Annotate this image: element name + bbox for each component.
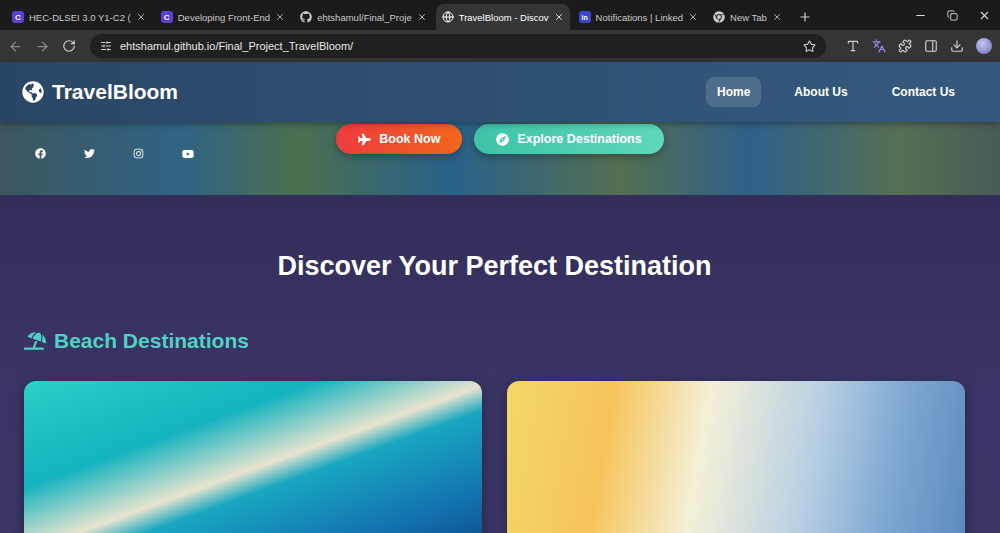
- window-controls: [904, 0, 1000, 30]
- nav-link[interactable]: Home: [706, 77, 761, 107]
- nav-link[interactable]: About Us: [783, 77, 858, 107]
- close-icon[interactable]: [275, 12, 285, 22]
- section-title: Discover Your Perfect Destination: [24, 249, 965, 283]
- restore-button[interactable]: [936, 10, 968, 21]
- minimize-icon: [914, 9, 927, 22]
- address-bar[interactable]: ehtshamul.github.io/Final_Project_Travel…: [90, 34, 826, 58]
- browser-tab[interactable]: in Notifications | Linked: [573, 4, 705, 30]
- coursera-icon: C: [161, 11, 173, 23]
- hero-button[interactable]: Book Now: [336, 124, 462, 154]
- close-button[interactable]: [968, 9, 1000, 22]
- linkedin-icon: in: [579, 11, 591, 23]
- coursera-icon: C: [12, 11, 24, 23]
- facebook-icon[interactable]: [35, 148, 46, 159]
- instagram-icon[interactable]: [133, 148, 144, 159]
- site-info-icon[interactable]: [100, 40, 112, 52]
- address-text: ehtshamul.github.io/Final_Project_Travel…: [120, 40, 795, 52]
- tab-title: ehtshamul/Final_Proje: [317, 12, 412, 23]
- plane-icon: [358, 133, 371, 146]
- tab-title: HEC-DLSEI 3.0 Y1-C2 (: [29, 12, 131, 23]
- reload-icon[interactable]: [62, 39, 76, 53]
- new-tab-button[interactable]: [792, 4, 818, 30]
- translate-icon[interactable]: [872, 39, 886, 53]
- globe-icon: [22, 81, 44, 103]
- star-icon[interactable]: [803, 40, 816, 53]
- close-icon[interactable]: [772, 12, 782, 22]
- tab-title: Notifications | Linked: [596, 12, 684, 23]
- minimize-button[interactable]: [904, 9, 936, 22]
- side-panel-icon[interactable]: [924, 39, 938, 53]
- nav-link[interactable]: Contact Us: [881, 77, 966, 107]
- chrome-icon: [713, 11, 725, 23]
- extension-icons: [846, 38, 992, 54]
- close-icon[interactable]: [136, 12, 146, 22]
- browser-tab[interactable]: ehtshamul/Final_Proje: [294, 4, 433, 30]
- close-icon[interactable]: [688, 12, 698, 22]
- plus-icon: [798, 10, 812, 24]
- twitter-icon[interactable]: [84, 148, 95, 159]
- github-icon: [300, 11, 312, 23]
- close-icon[interactable]: [417, 12, 427, 22]
- tab-strip: C HEC-DLSEI 3.0 Y1-C2 ( C Developing Front-…: [0, 0, 1000, 30]
- beach-umbrella-icon: [24, 330, 46, 352]
- category-title: Beach Destinations: [24, 327, 965, 355]
- browser-window: C HEC-DLSEI 3.0 Y1-C2 ( C Developing Front-…: [0, 0, 1000, 533]
- destination-card[interactable]: [24, 381, 482, 533]
- forward-icon[interactable]: [35, 39, 50, 54]
- hero-button[interactable]: Explore Destinations: [474, 124, 663, 154]
- font-extension-icon[interactable]: [846, 39, 860, 53]
- compass-icon: [496, 133, 509, 146]
- tab-title: New Tab: [730, 12, 767, 23]
- close-icon[interactable]: [554, 12, 564, 22]
- restore-icon: [947, 10, 958, 21]
- browser-tab[interactable]: New Tab: [707, 4, 788, 30]
- profile-avatar[interactable]: [976, 38, 992, 54]
- back-icon[interactable]: [8, 39, 23, 54]
- social-links: [0, 122, 336, 195]
- nav-links: Home About Us Contact Us: [706, 77, 966, 107]
- hero-buttons: Book Now Explore Destinations: [336, 122, 663, 195]
- destinations-section: Discover Your Perfect Destination Beach D…: [0, 195, 1000, 533]
- tab-title: Developing Front-End: [178, 12, 270, 23]
- hero-banner: Book Now Explore Destinations: [0, 122, 1000, 195]
- toolbar: ehtshamul.github.io/Final_Project_Travel…: [0, 30, 1000, 62]
- destination-cards: [24, 381, 965, 533]
- tab-title: TravelBloom - Discov: [459, 12, 549, 23]
- destination-card[interactable]: [507, 381, 965, 533]
- browser-tab[interactable]: C HEC-DLSEI 3.0 Y1-C2 (: [6, 4, 152, 30]
- download-icon[interactable]: [950, 39, 964, 53]
- site-navbar: TravelBloom Home About Us Contact Us: [0, 62, 1000, 122]
- tab-list: C HEC-DLSEI 3.0 Y1-C2 ( C Developing Front-…: [6, 4, 788, 30]
- close-icon: [978, 9, 991, 22]
- site-logo[interactable]: TravelBloom: [22, 80, 178, 104]
- globe-icon: [442, 11, 454, 23]
- browser-tab[interactable]: C Developing Front-End: [155, 4, 291, 30]
- youtube-icon[interactable]: [182, 148, 194, 160]
- puzzle-icon[interactable]: [898, 39, 912, 53]
- browser-tab[interactable]: TravelBloom - Discov: [436, 4, 570, 30]
